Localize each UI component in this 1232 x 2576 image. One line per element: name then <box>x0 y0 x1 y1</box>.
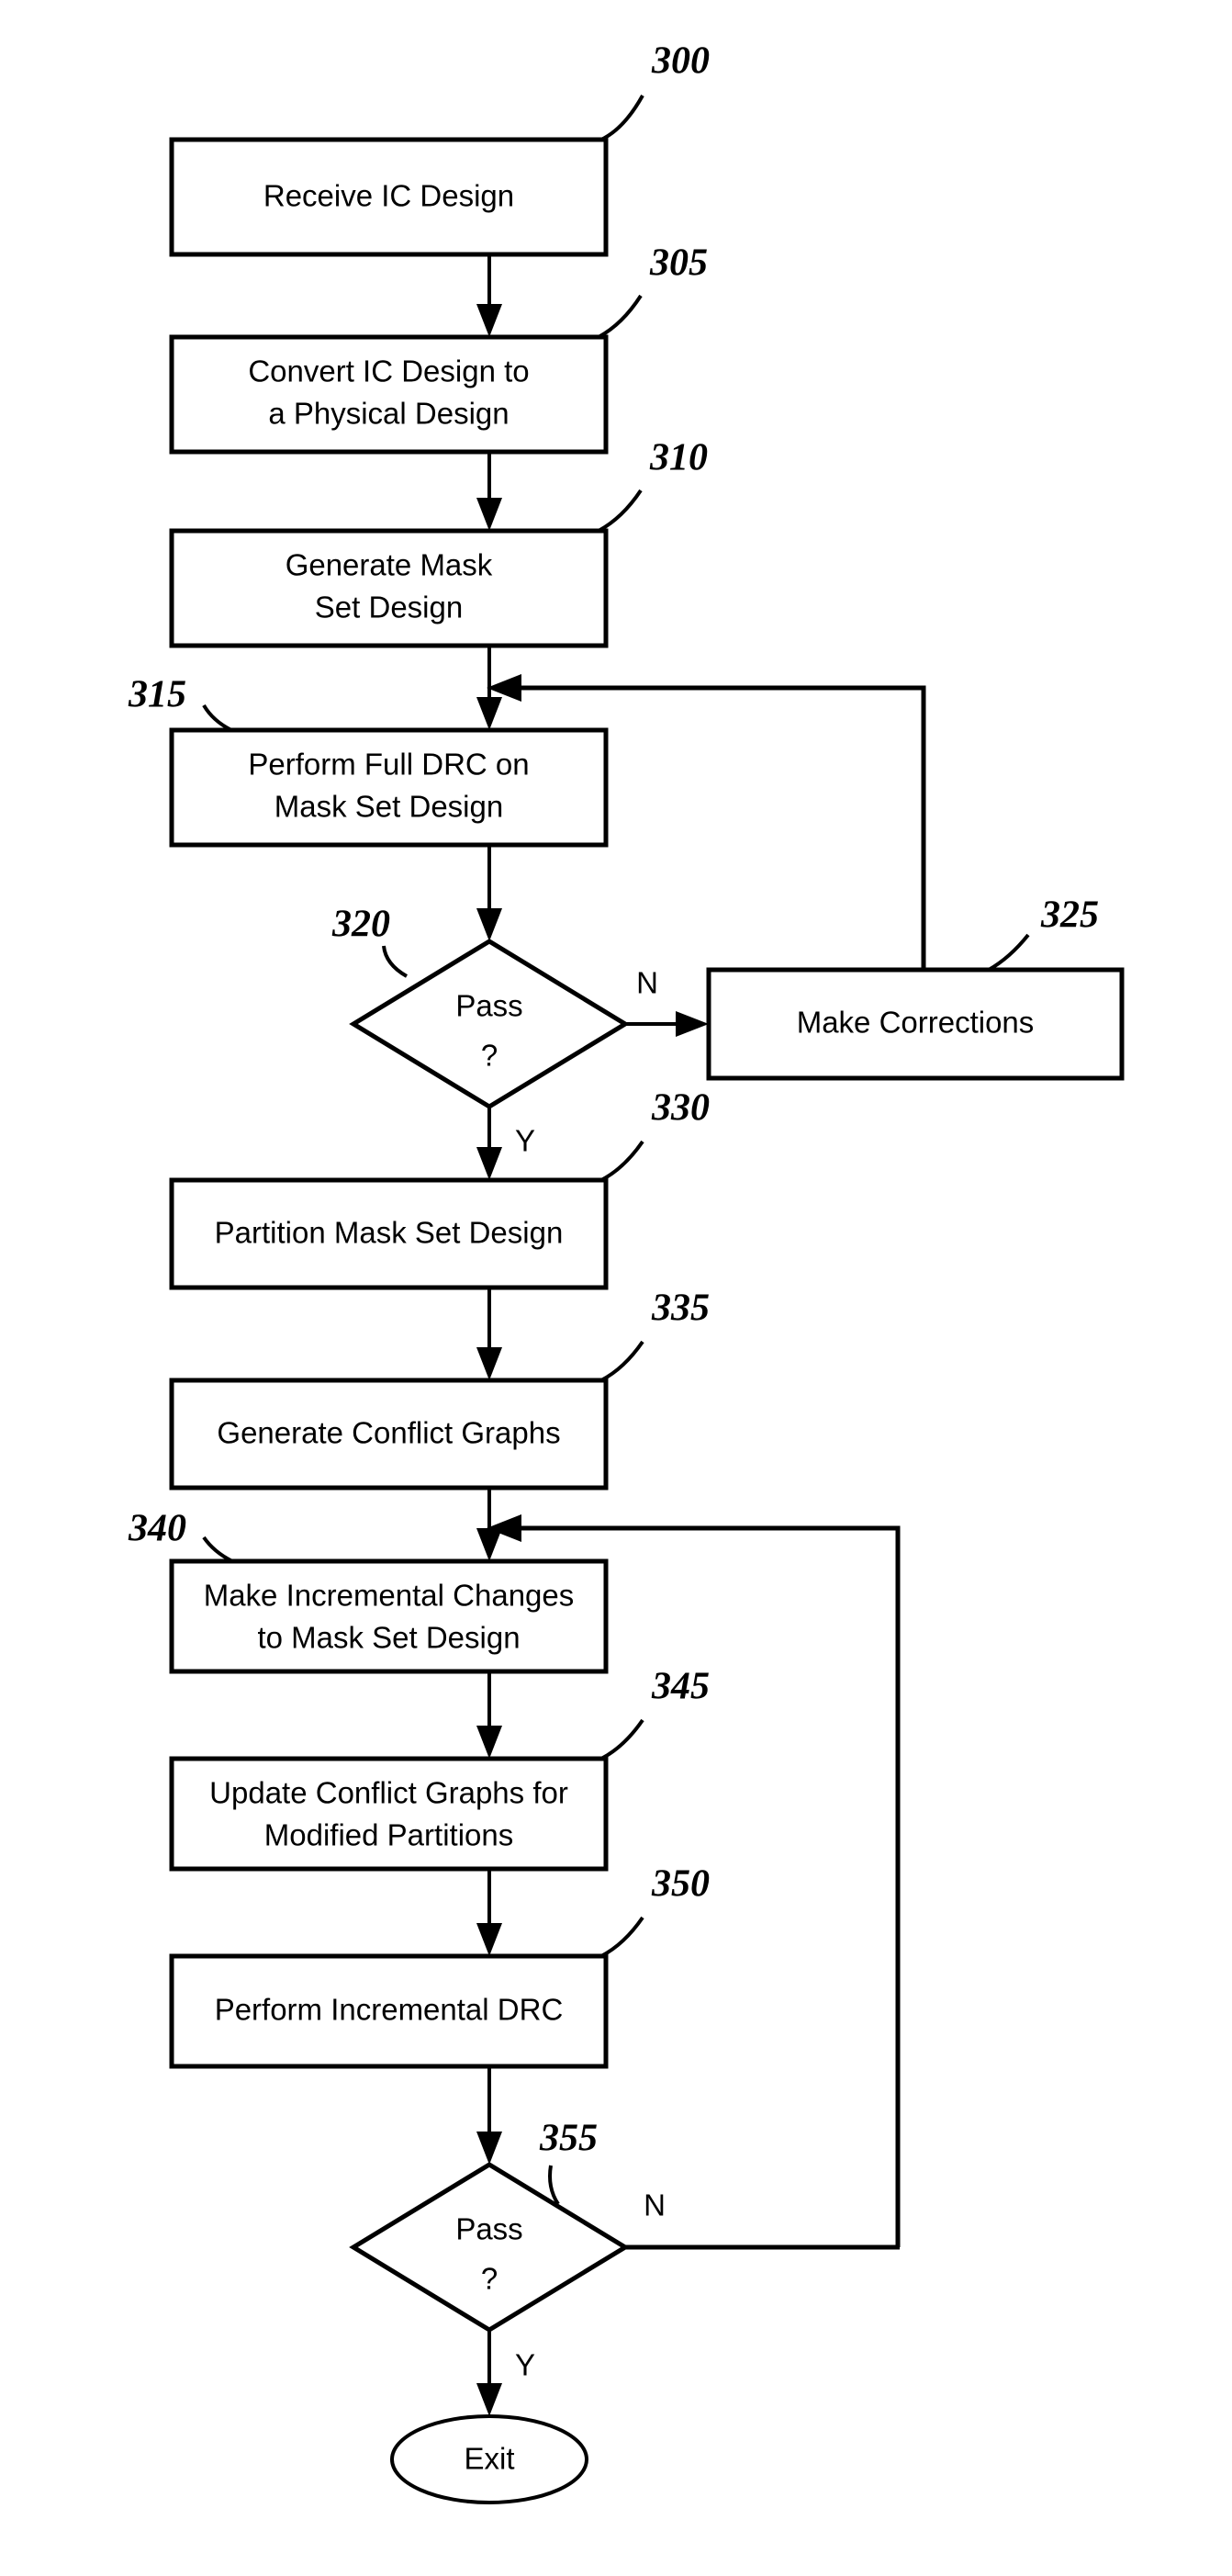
leader-340 <box>202 1535 233 1563</box>
node-label-310-line1: Generate Mask <box>286 548 493 582</box>
node-receive-ic-design[interactable]: Receive IC Design <box>169 137 609 257</box>
node-label-320-line1: Pass <box>455 989 522 1023</box>
connector-350-to-355 <box>476 2066 502 2165</box>
node-update-conflict-graphs[interactable]: Update Conflict Graphs for Modified Part… <box>169 1756 609 1872</box>
node-label-305-line2: a Physical Design <box>268 397 509 431</box>
node-label-315-line1: Perform Full DRC on <box>248 748 529 782</box>
ref-number-355: 355 <box>539 2118 598 2160</box>
connector-300-to-305 <box>476 254 502 337</box>
node-make-corrections[interactable]: Make Corrections <box>706 967 1125 1081</box>
connector-315-to-320 <box>476 845 502 941</box>
node-make-incremental-changes[interactable]: Make Incremental Changes to Mask Set Des… <box>169 1558 609 1674</box>
flowchart-canvas: Receive IC Design Convert IC Design to a… <box>128 40 1125 2504</box>
node-partition-mask-set-design[interactable]: Partition Mask Set Design <box>169 1177 609 1290</box>
node-label-340-line2: to Mask Set Design <box>257 1621 520 1655</box>
node-label-300: Receive IC Design <box>263 179 514 213</box>
leader-300 <box>600 95 644 141</box>
node-generate-mask-set-design[interactable]: Generate Mask Set Design <box>169 528 609 648</box>
leader-350 <box>600 1916 644 1958</box>
ref-number-330: 330 <box>651 1087 710 1130</box>
node-label-355-line1: Pass <box>455 2212 522 2246</box>
leader-330 <box>600 1140 644 1182</box>
ref-number-315: 315 <box>128 674 186 716</box>
node-label-345-line2: Modified Partitions <box>264 1818 513 1852</box>
node-exit-terminator[interactable]: Exit <box>390 2414 588 2504</box>
ref-number-335: 335 <box>651 1288 710 1330</box>
connector-340-to-345 <box>476 1671 502 1759</box>
connector-305-to-310 <box>476 452 502 531</box>
leader-345 <box>600 1718 644 1760</box>
connector-345-to-350 <box>476 1869 502 1956</box>
node-label-315-line2: Mask Set Design <box>274 790 503 824</box>
node-convert-ic-design[interactable]: Convert IC Design to a Physical Design <box>169 334 609 455</box>
node-label-350: Perform Incremental DRC <box>215 1993 564 2027</box>
leader-315 <box>202 703 232 732</box>
node-decision-pass-355[interactable]: Pass ? <box>349 2162 630 2333</box>
node-label-305-line1: Convert IC Design to <box>248 354 529 388</box>
ref-number-350: 350 <box>651 1863 710 1906</box>
leader-320 <box>382 945 409 978</box>
connector-320-no-to-325 <box>625 1011 709 1037</box>
connector-320-yes-to-330 <box>476 1107 502 1180</box>
ref-number-320: 320 <box>331 904 390 946</box>
ref-number-300: 300 <box>651 40 710 83</box>
flowchart-figure: Receive IC Design Convert IC Design to a… <box>0 0 1232 2576</box>
node-label-325: Make Corrections <box>797 1006 1035 1040</box>
ref-number-345: 345 <box>651 1666 710 1708</box>
node-label-335: Generate Conflict Graphs <box>217 1416 560 1450</box>
leader-355 <box>548 2165 560 2206</box>
node-label-320-line2: ? <box>481 1039 498 1073</box>
leader-335 <box>600 1340 644 1382</box>
node-label-355-line2: ? <box>481 2262 498 2296</box>
node-label-310-line2: Set Design <box>315 591 463 624</box>
leader-310 <box>598 489 643 533</box>
ref-number-305: 305 <box>649 242 708 285</box>
branch-label-320-no: N <box>636 966 658 1000</box>
ref-number-310: 310 <box>649 437 708 479</box>
node-label-exit: Exit <box>464 2442 514 2476</box>
branch-label-355-yes: Y <box>515 2348 535 2382</box>
branch-label-320-yes: Y <box>515 1124 535 1158</box>
leader-305 <box>598 294 643 339</box>
node-label-345-line1: Update Conflict Graphs for <box>209 1776 568 1810</box>
connector-355-yes-to-exit <box>476 2330 502 2416</box>
node-label-340-line1: Make Incremental Changes <box>204 1579 575 1613</box>
connector-330-to-335 <box>476 1288 502 1380</box>
node-perform-full-drc[interactable]: Perform Full DRC on Mask Set Design <box>169 727 609 848</box>
leader-325 <box>988 933 1030 972</box>
ref-number-340: 340 <box>128 1508 186 1550</box>
ref-number-325: 325 <box>1040 894 1099 937</box>
node-perform-incremental-drc[interactable]: Perform Incremental DRC <box>169 1953 609 2069</box>
node-generate-conflict-graphs[interactable]: Generate Conflict Graphs <box>169 1378 609 1490</box>
branch-label-355-no: N <box>644 2188 666 2222</box>
node-label-330: Partition Mask Set Design <box>215 1216 564 1250</box>
